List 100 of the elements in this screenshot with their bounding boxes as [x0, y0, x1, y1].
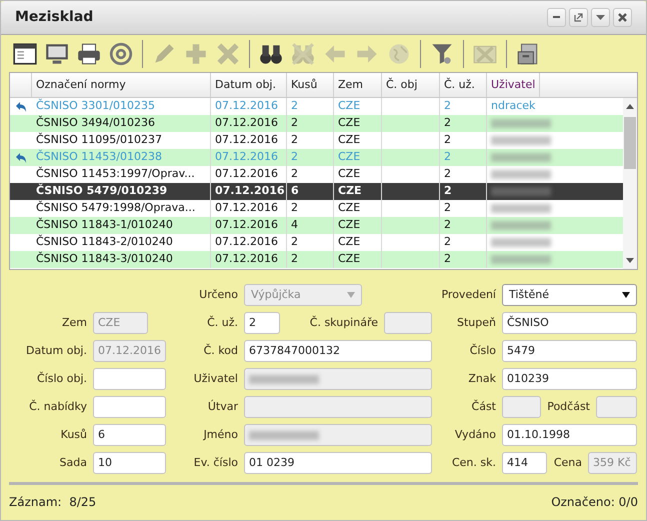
table-cell-text: 07.12.2016 [215, 234, 278, 250]
field-label: Vydáno [454, 426, 496, 443]
table-cell-text: 07.12.2016 [215, 217, 278, 234]
table-cell-text: CZE [338, 98, 360, 114]
input-field[interactable]: 01 0239 [244, 452, 432, 474]
table-cell-text: 2 [291, 115, 298, 132]
marked-counter: Označeno: 0/0 [551, 494, 638, 511]
table-cell-text: CZE [338, 251, 360, 268]
field-label: Ev. číslo [194, 454, 238, 471]
table-cell-text: 07.12.2016 [215, 149, 278, 166]
close-button[interactable] [613, 8, 632, 27]
printer-icon [76, 40, 102, 66]
table-cell-text: ČSNISO 3301/010235 [36, 98, 155, 114]
field-label: Zem [62, 314, 87, 331]
column-header[interactable]: Kusů [287, 73, 334, 97]
table-cell-text: 2 [444, 98, 451, 114]
input-field[interactable]: ČSNISO [502, 312, 637, 334]
field-label: Znak [468, 370, 496, 387]
table-cell-text: 2 [291, 166, 298, 182]
table-cell-text: CZE [338, 200, 360, 216]
table-cell-text: ČSNISO 5479/010239 [36, 183, 168, 200]
dropdown-button[interactable] [591, 8, 610, 27]
table-cell-text: CZE [338, 149, 360, 166]
table-cell-text: CZE [338, 183, 362, 200]
popout-icon [572, 11, 585, 24]
table-cell-text: 07.12.2016 [215, 132, 278, 148]
column-header[interactable]: Uživatel [487, 73, 540, 97]
field-label: Č. skupináře [310, 314, 378, 331]
table-cell-text: 2 [291, 234, 298, 250]
return-arrow-icon [15, 152, 27, 162]
table-cell-text: CZE [338, 217, 360, 234]
input-field[interactable]: 6737847000132 [244, 340, 432, 362]
input-field[interactable]: 10 [93, 452, 166, 474]
popout-button[interactable] [569, 8, 588, 27]
table-cell-text: 2 [444, 200, 451, 216]
field-label: Sada [60, 454, 87, 471]
field-label: Číslo [470, 342, 496, 359]
table-cell-text: ČSNISO 11453:1997/Oprav... [36, 166, 195, 182]
table-row[interactable]: ČSNISO 3494/010236 07.12.2016 2 CZE 2 [10, 115, 623, 132]
input-field[interactable]: 6 [93, 424, 166, 446]
table-cell-text: ndracek [491, 98, 536, 114]
table-cell-text: 2 [291, 149, 298, 166]
field-label: Podčást [547, 398, 590, 415]
input-field[interactable] [93, 396, 166, 418]
scrollbar[interactable] [623, 98, 637, 269]
table-cell-text: ČSNISO 11843-2/010240 [36, 234, 173, 250]
table-cell-text: 6 [291, 183, 299, 200]
table-cell-text: ČSNISO 11843-3/010240 [36, 251, 173, 268]
table-cell-text: 2 [444, 251, 451, 268]
return-arrow-icon [15, 102, 27, 112]
input-field[interactable]: 01.10.1998 [502, 424, 637, 446]
table-cell-text: 2 [291, 132, 298, 148]
field-label: Číslo obj. [36, 370, 87, 387]
table-cell-text: 07.12.2016 [215, 251, 278, 268]
table-cell-text: 2 [291, 251, 298, 268]
column-header[interactable]: Zem [334, 73, 382, 97]
table-cell-text: ČSNISO 11453/010238 [36, 149, 162, 166]
table-row[interactable]: ČSNISO 5479/010239 07.12.2016 6 CZE 2 [10, 183, 623, 200]
table-cell-text: 07.12.2016 [215, 183, 285, 200]
scrollbar-thumb[interactable] [624, 117, 636, 169]
table-cell-text: CZE [338, 234, 360, 250]
table-cell-text: 07.12.2016 [215, 200, 278, 216]
field-label: Uživatel [194, 370, 238, 387]
dropdown[interactable]: Tištěné [502, 284, 637, 306]
table-cell-text: 2 [444, 166, 451, 182]
field-label: Cena [554, 454, 582, 471]
input-field[interactable]: 2 [244, 312, 280, 334]
scroll-up-icon[interactable] [626, 104, 634, 109]
table-cell-text: ČSNISO 5479:1998/Oprava... [36, 200, 196, 216]
table-cell-text: 07.12.2016 [215, 98, 278, 114]
field-label: Č. už. [207, 314, 238, 331]
column-header[interactable]: Č. už. [440, 73, 487, 97]
column-header[interactable]: Označení normy [32, 73, 211, 97]
input-field[interactable] [93, 368, 166, 390]
table-row[interactable]: ČSNISO 11843-3/010240 07.12.2016 2 CZE 2 [10, 251, 623, 268]
table-cell-text: 2 [291, 98, 298, 114]
scroll-down-icon[interactable] [626, 258, 634, 263]
table-row[interactable]: ČSNISO 11843-1/010240 07.12.2016 4 CZE 2 [10, 217, 623, 234]
field-label: Stupeň [457, 314, 496, 331]
table-cell-text: 2 [444, 183, 452, 200]
table-cell-text: ČSNISO 3494/010236 [36, 115, 155, 132]
input-field[interactable]: 414 [502, 452, 547, 474]
table-cell-text: CZE [338, 115, 360, 132]
input-field[interactable]: 5479 [502, 340, 637, 362]
minimize-button[interactable] [547, 8, 566, 27]
column-header[interactable]: Č. obj [382, 73, 440, 97]
table-cell-text: ČSNISO 11095/010237 [36, 132, 162, 148]
table-cell-text: 2 [444, 132, 451, 148]
table-cell-text: ČSNISO 11843-1/010240 [36, 217, 173, 234]
window-icon [12, 40, 38, 66]
input-field[interactable]: 010239 [502, 368, 637, 390]
table-cell-text: CZE [338, 166, 360, 182]
table-cell-text: 2 [444, 115, 451, 132]
table-cell-text: 07.12.2016 [215, 115, 278, 132]
table-cell-text: 2 [444, 217, 451, 234]
field-label: Č. nabídky [29, 398, 87, 415]
record-counter: Záznam: 8/25 [9, 494, 96, 511]
field-label: Cen. sk. [452, 454, 496, 471]
close-icon [616, 11, 629, 24]
column-header[interactable]: Datum obj. [211, 73, 287, 97]
